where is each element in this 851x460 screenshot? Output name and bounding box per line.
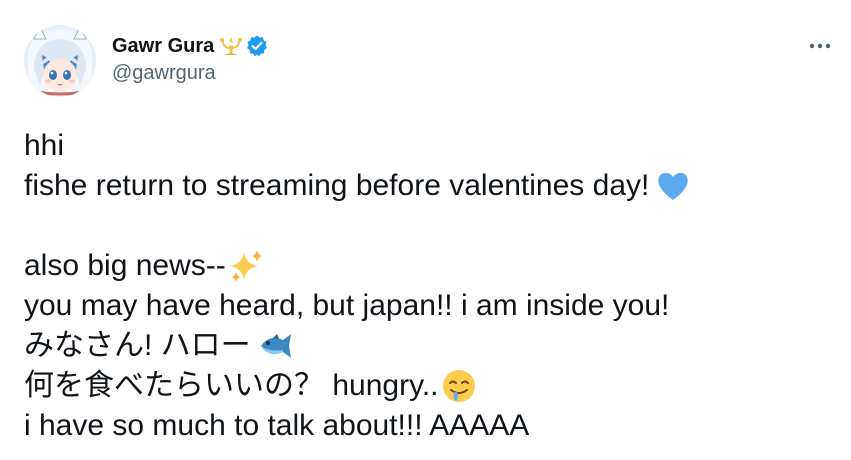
- tweet-line-5: you may have heard, but japan!! i am ins…: [24, 289, 670, 322]
- tweet-line-2: fishe return to streaming before valenti…: [24, 166, 834, 206]
- tweet-line-6: みなさん! ハロー: [24, 326, 834, 366]
- tweet-text: hhi fishe return to streaming before val…: [24, 126, 834, 446]
- display-name[interactable]: Gawr Gura: [112, 32, 214, 60]
- author-block: Gawr Gura @gawrgura: [112, 32, 268, 86]
- tweet-line-4: also big news--: [24, 246, 834, 286]
- tweet-card: Gawr Gura @gawrgura hhi fishe return to …: [0, 0, 851, 460]
- tweet-line-7: 何を食べたらいいの？ hungry..: [24, 366, 834, 406]
- blue-heart-emoji: [655, 168, 691, 204]
- avatar-image: [24, 25, 96, 97]
- handle[interactable]: @gawrgura: [112, 60, 268, 86]
- name-row: Gawr Gura: [112, 32, 268, 60]
- tweet-line-1: hhi: [24, 129, 65, 162]
- trident-icon[interactable]: [218, 35, 244, 57]
- verified-badge-icon[interactable]: [246, 35, 268, 57]
- tweet-line-8: i have so much to talk about!!! AAAAA: [24, 409, 530, 442]
- sparkles-emoji: [228, 248, 264, 284]
- more-options-icon[interactable]: [802, 32, 838, 60]
- avatar[interactable]: [24, 25, 96, 97]
- drooling-face-emoji: [441, 368, 477, 404]
- fish-emoji: [257, 328, 293, 364]
- tweet-line-3: [24, 206, 834, 246]
